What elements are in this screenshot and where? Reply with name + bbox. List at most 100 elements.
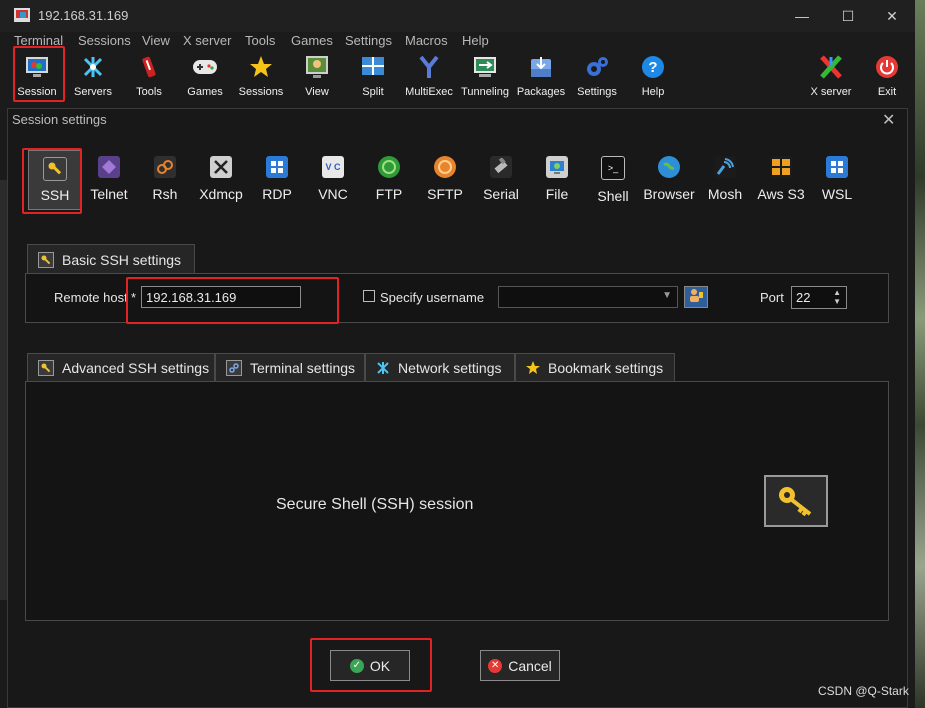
protocol-serial[interactable]: Serial	[474, 146, 528, 210]
port-stepper[interactable]: 22 ▲ ▼	[791, 286, 847, 309]
protocol-file[interactable]: File	[530, 146, 584, 210]
protocol-sftp[interactable]: SFTP	[418, 146, 472, 210]
cancel-button[interactable]: ✕ Cancel	[480, 650, 560, 681]
toolbar-games-button[interactable]: Games	[177, 52, 233, 100]
specify-username-checkbox[interactable]	[363, 290, 375, 302]
protocol-label: Rsh	[152, 186, 178, 202]
terminal-icon	[226, 359, 242, 376]
menu-help[interactable]: Help	[462, 33, 489, 48]
toolbar-label: Tools	[136, 86, 162, 98]
toolbar-label: Servers	[74, 86, 112, 98]
toolbar-xserver-button[interactable]: X server	[803, 52, 859, 100]
ok-highlight	[310, 638, 432, 692]
remote-host-highlight	[126, 277, 339, 324]
username-select[interactable]: ▼	[498, 286, 678, 308]
toolbar-label: Split	[362, 86, 384, 98]
protocol-browser[interactable]: Browser	[642, 146, 696, 210]
tab-network-settings[interactable]: Network settings	[365, 353, 515, 381]
protocol-xdmcp[interactable]: Xdmcp	[194, 146, 248, 210]
tunneling-icon	[472, 54, 498, 80]
protocol-label: SFTP	[427, 186, 463, 202]
file-icon	[546, 156, 568, 178]
protocol-shell[interactable]: >_ Shell	[586, 146, 640, 210]
toolbar-view-button[interactable]: View	[289, 52, 345, 100]
toolbar-label: Sessions	[238, 86, 284, 98]
background-photo	[915, 0, 925, 708]
specify-username-label: Specify username	[380, 290, 485, 305]
protocol-label: FTP	[375, 186, 403, 202]
sftp-icon	[434, 156, 456, 178]
protocol-label: Xdmcp	[199, 186, 243, 202]
menu-tools[interactable]: Tools	[245, 33, 275, 48]
toolbar-exit-button[interactable]: Exit	[859, 52, 915, 100]
protocol-label: RDP	[262, 186, 292, 202]
toolbar-tunneling-button[interactable]: Tunneling	[457, 52, 513, 100]
toolbar-help-button[interactable]: ? Help	[625, 52, 681, 100]
protocol-aws-s3[interactable]: Aws S3	[754, 146, 808, 210]
toolbar-packages-button[interactable]: Packages	[513, 52, 569, 100]
toolbar-split-button[interactable]: Split	[345, 52, 401, 100]
menu-macros[interactable]: Macros	[405, 33, 448, 48]
menu-view[interactable]: View	[142, 33, 170, 48]
protocol-vnc[interactable]: V C VNC	[306, 146, 360, 210]
menu-x-server[interactable]: X server	[183, 33, 231, 48]
star-icon	[526, 360, 540, 375]
ssh-highlight	[22, 148, 82, 214]
power-icon	[874, 54, 900, 80]
app-icon	[14, 8, 30, 22]
toolbar-label: View	[305, 86, 329, 98]
protocol-label: Telnet	[90, 186, 128, 202]
session-highlight	[13, 46, 65, 102]
remote-host-label: Remote host	[54, 290, 128, 305]
protocol-wsl[interactable]: WSL	[810, 146, 864, 210]
shell-icon: >_	[601, 156, 625, 180]
protocol-label: VNC	[318, 186, 348, 202]
tab-label: Advanced SSH settings	[62, 359, 210, 376]
tab-advanced-ssh-settings[interactable]: Advanced SSH settings	[27, 353, 215, 381]
xserver-icon	[818, 54, 844, 80]
toolbar-multiexec-button[interactable]: MultiExec	[401, 52, 457, 100]
menu-bar	[0, 32, 915, 50]
protocol-rsh[interactable]: Rsh	[138, 146, 192, 210]
port-value: 22	[796, 290, 811, 305]
port-label: Port	[760, 290, 784, 305]
toolbar-label: X server	[810, 86, 852, 98]
chevron-down-icon: ▼	[662, 290, 672, 301]
protocol-rdp[interactable]: RDP	[250, 146, 304, 210]
toolbar-tools-button[interactable]: Tools	[121, 52, 177, 100]
split-icon	[360, 54, 386, 80]
maximize-button[interactable]: ☐	[825, 4, 871, 28]
menu-sessions[interactable]: Sessions	[78, 33, 131, 48]
toolbar-label: Help	[641, 86, 665, 98]
stepper-arrows-icon[interactable]: ▲ ▼	[833, 288, 841, 306]
toolbar-servers-button[interactable]: Servers	[65, 52, 121, 100]
toolbar-settings-button[interactable]: Settings	[569, 52, 625, 100]
menu-games[interactable]: Games	[291, 33, 333, 48]
dialog-close-button[interactable]: ✕	[882, 110, 895, 130]
ftp-icon	[378, 156, 400, 178]
minimize-button[interactable]: —	[779, 4, 825, 28]
network-icon	[376, 361, 390, 375]
user-icon	[688, 288, 704, 307]
protocol-telnet[interactable]: Telnet	[82, 146, 136, 210]
protocol-mosh[interactable]: Mosh	[698, 146, 752, 210]
window-title: 192.168.31.169	[38, 8, 129, 23]
star-icon	[248, 54, 274, 80]
globe-icon	[658, 156, 680, 178]
menu-settings[interactable]: Settings	[345, 33, 392, 48]
toolbar-sessions-button[interactable]: Sessions	[233, 52, 289, 100]
user-manager-button[interactable]	[684, 286, 708, 308]
gamepad-icon	[192, 54, 218, 80]
servers-icon	[80, 54, 106, 80]
help-icon: ?	[640, 54, 666, 80]
tab-bookmark-settings[interactable]: Bookmark settings	[515, 353, 675, 381]
view-icon	[304, 54, 330, 80]
telnet-icon	[98, 156, 120, 178]
tab-basic-ssh-settings[interactable]: Basic SSH settings	[27, 244, 195, 274]
protocol-ftp[interactable]: FTP	[362, 146, 416, 210]
window-close-button[interactable]: ✕	[869, 4, 915, 28]
aws-s3-icon	[770, 156, 792, 178]
rdp-icon	[266, 156, 288, 178]
tab-terminal-settings[interactable]: Terminal settings	[215, 353, 365, 381]
tab-label: Bookmark settings	[548, 359, 664, 376]
